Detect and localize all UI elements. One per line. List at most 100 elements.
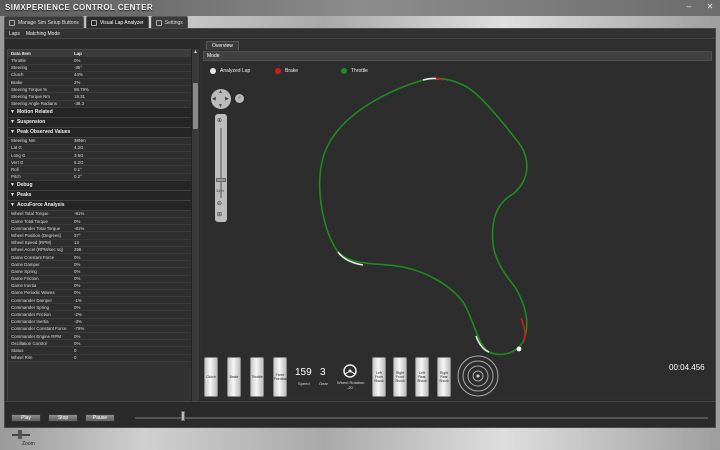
row-label: Throttle	[11, 57, 26, 63]
table-row[interactable]: Status 0	[8, 347, 191, 355]
table-row[interactable]: Commander Engine RPM 0%	[8, 333, 191, 341]
table-row[interactable]: Pitch 0.2°	[8, 173, 191, 181]
table-row[interactable]: Game Constant Force 0%	[8, 253, 191, 262]
table-row[interactable]: Wheel Accel (RPM/sec sq) 258	[8, 246, 191, 254]
table-row[interactable]: Commander Friction -2%	[8, 311, 191, 319]
table-row[interactable]: Game Spring 0%	[8, 268, 191, 276]
table-row[interactable]: Steering Nm 38Nm	[8, 137, 191, 145]
left-front-shock-gauge: Left Front Shock	[372, 357, 386, 397]
play-button[interactable]: Play	[11, 414, 41, 422]
data-panel-scrollbar[interactable]: ▲ ▼	[191, 49, 199, 427]
table-row[interactable]: Brake 2%	[8, 78, 191, 87]
section-debug[interactable]: ▼ Debug	[8, 180, 191, 191]
table-row[interactable]: Steering -35°	[8, 64, 191, 72]
chevron-down-icon: ▼	[10, 109, 15, 116]
table-row[interactable]: Game Inertia 0%	[8, 282, 191, 290]
section-label: Suspension	[16, 119, 46, 126]
row-value: 37°	[74, 232, 81, 238]
row-value: -35°	[74, 65, 83, 71]
overview-panel: Overview Mode Analyzed Lap Brake Throttl…	[200, 39, 714, 400]
section-accuforce-analysis[interactable]: ▼ AccuForce Analysis	[8, 200, 191, 211]
chevron-down-icon: ▼	[10, 192, 15, 199]
footer-zoom-knob[interactable]	[18, 430, 22, 439]
row-label: Game Periodic Waves	[11, 290, 55, 296]
table-row[interactable]: Game Damper 0%	[8, 261, 191, 269]
playback-slider-knob[interactable]	[181, 411, 185, 421]
app-title: SIMXPERIENCE CONTROL CENTER	[5, 3, 153, 12]
row-label: Wheel Accel (RPM/sec sq)	[11, 247, 63, 253]
table-row[interactable]: Commander Spring 0%	[8, 304, 191, 312]
row-label: Lat G	[11, 145, 22, 151]
table-row[interactable]: Game Total Torque 0%	[8, 218, 191, 226]
tab-manage-sim-setup[interactable]: Manage Sim Setup Buttons	[4, 16, 84, 28]
row-label: Commander Spring	[11, 304, 50, 310]
table-row[interactable]: Commander Damper -1%	[8, 297, 191, 305]
table-row[interactable]: Commander Inertia -3%	[8, 318, 191, 326]
clutch-gauge: Clutch	[204, 357, 218, 397]
table-row[interactable]: Steering Torque Nm 19.31	[8, 93, 191, 101]
row-label: Game Spring	[11, 268, 37, 274]
table-row[interactable]: Commander Constant Force -79%	[8, 325, 191, 334]
tab-visual-lap-analyzer[interactable]: Visual Lap Analyzer	[85, 16, 149, 28]
table-row[interactable]: Lat G 4.2G	[8, 144, 191, 153]
menu-matching-mode[interactable]: Matching Mode	[26, 31, 60, 37]
table-row[interactable]: Game Periodic Waves 0%	[8, 289, 191, 298]
table-row[interactable]: Vert G 5.2G	[8, 159, 191, 167]
table-row[interactable]: Steering Angle Radians -38.3	[8, 100, 191, 108]
table-row[interactable]: Wheel Rim 0	[8, 354, 191, 362]
chevron-down-icon: ▼	[10, 119, 15, 126]
gauge-label: Throttle	[251, 375, 263, 379]
track-map-canvas[interactable]: Analyzed Lap Brake Throttle ▲ ▼ ◀ ▶ « ⊕ …	[203, 62, 712, 398]
row-label: Commander Friction	[11, 312, 51, 318]
row-label: Vert G	[11, 159, 24, 165]
row-value: 13	[74, 240, 79, 246]
chevron-down-icon: ▼	[10, 202, 15, 209]
header-lap[interactable]: Lap	[74, 51, 82, 56]
table-row[interactable]: Commander Total Torque -81%	[8, 225, 191, 233]
row-label: Roll	[11, 167, 19, 173]
row-value: 0%	[74, 268, 81, 274]
tab-settings[interactable]: Settings	[150, 16, 188, 28]
table-row[interactable]: Steering Torque % 98.79%	[8, 86, 191, 94]
menu-bar: Laps Matching Mode	[5, 29, 715, 39]
row-value: 44%	[74, 72, 83, 78]
table-row[interactable]: Oscillation Control 0%	[8, 340, 191, 348]
row-label: Brake	[11, 79, 23, 85]
table-row[interactable]: Game Friction 0%	[8, 275, 191, 283]
row-label: Steering Torque Nm	[11, 93, 50, 99]
pause-button[interactable]: Pause	[85, 414, 115, 422]
table-row[interactable]: Long G 3.6G	[8, 152, 191, 160]
section-motion-related[interactable]: ▼ Motion Related	[8, 107, 191, 118]
playback-slider-track[interactable]	[135, 417, 708, 419]
table-row[interactable]: Wheel Total Torque -81%	[8, 210, 191, 219]
scroll-thumb[interactable]	[193, 83, 198, 129]
table-row[interactable]: Roll 0.1°	[8, 166, 191, 174]
data-panel: Data Item Lap Throttle 0% Steering -35° Clutc…	[7, 49, 192, 427]
table-row[interactable]: Throttle 0%	[8, 57, 191, 65]
table-row[interactable]: Wheel Speed (RPM) 13	[8, 239, 191, 247]
stop-button[interactable]: Stop	[48, 414, 78, 422]
minimize-button[interactable]: –	[684, 2, 694, 12]
menu-laps[interactable]: Laps	[9, 31, 20, 37]
main-window: Laps Matching Mode Data Item Lap Throttle…	[4, 28, 716, 428]
tab-label: Manage Sim Setup Buttons	[18, 19, 79, 26]
section-peaks[interactable]: ▼ Peaks	[8, 190, 191, 201]
right-front-shock-gauge: Right Front Shock	[393, 357, 407, 397]
row-value: 0%	[74, 333, 81, 339]
row-label: Wheel Position (Degrees)	[11, 232, 62, 238]
row-value: 0	[74, 347, 77, 353]
section-suspension[interactable]: ▼ Suspension	[8, 117, 191, 128]
header-data-item[interactable]: Data Item	[8, 51, 74, 56]
close-button[interactable]: ✕	[705, 2, 715, 12]
row-label: Wheel Rim	[11, 355, 33, 361]
section-peak-observed[interactable]: ▼ Peak Observed Values	[8, 127, 191, 138]
table-row[interactable]: Clutch 44%	[8, 71, 191, 79]
gauge-label: Left Rear Shock	[417, 371, 427, 383]
tab-overview[interactable]: Overview	[206, 41, 239, 50]
row-value: 0%	[74, 218, 81, 224]
row-label: Game Constant Force	[11, 254, 55, 260]
track-map	[318, 77, 528, 356]
mode-bar[interactable]: Mode	[203, 51, 712, 61]
table-row[interactable]: Wheel Position (Degrees) 37°	[8, 232, 191, 240]
scroll-up-icon[interactable]: ▲	[192, 49, 199, 56]
